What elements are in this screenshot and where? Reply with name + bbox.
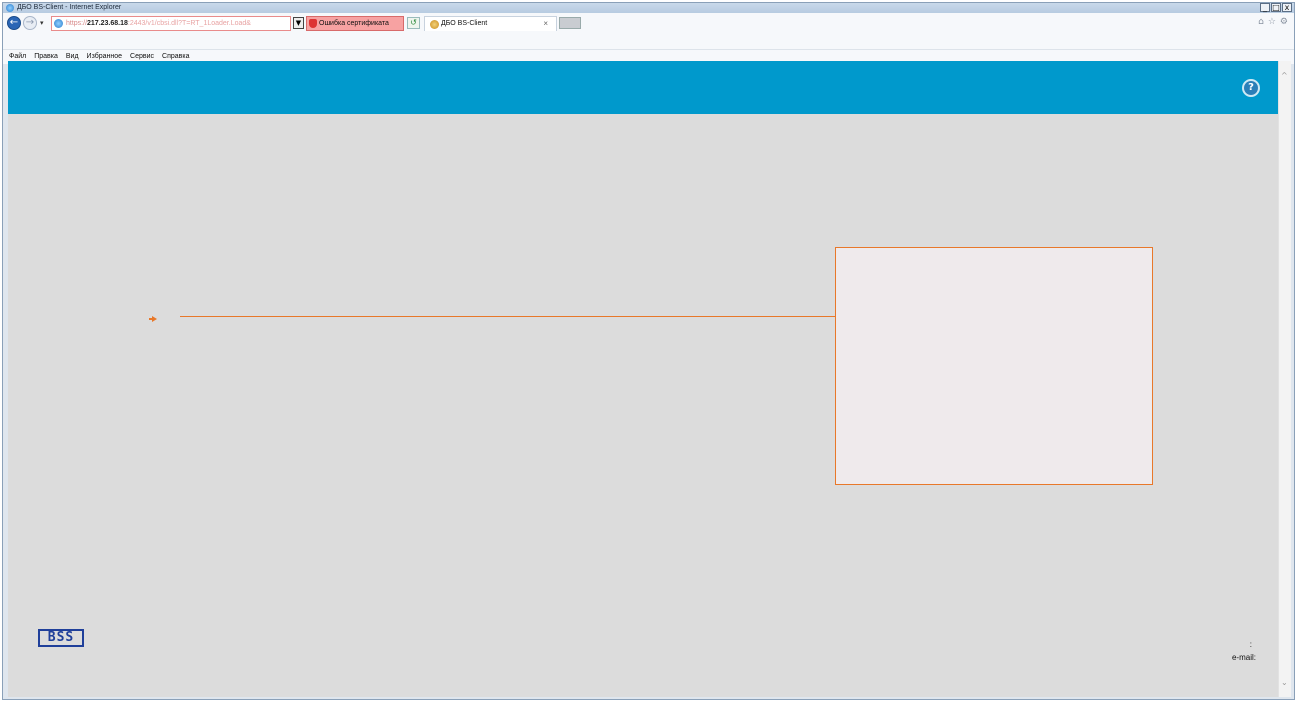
help-label: ?	[1244, 81, 1258, 95]
certificate-error-label: Ошибка сертификата	[319, 20, 389, 27]
footer-colon: :	[1249, 640, 1252, 649]
window-title: ДБО BS-Client - Internet Explorer	[17, 4, 122, 11]
address-row: ← → ▾ https://217.23.68.18:2443/v1/cbsi.…	[3, 13, 1294, 49]
shield-icon	[309, 19, 317, 28]
refresh-button[interactable]: ↺	[407, 17, 420, 29]
close-window-button[interactable]: x	[1282, 3, 1292, 12]
settings-gear-icon[interactable]: ⚙	[1280, 17, 1288, 27]
page-viewport: ? BSS : e-mail:	[8, 61, 1278, 697]
toolbar-right-icons: ⌂ ☆ ⚙	[1258, 17, 1288, 27]
vertical-scrollbar[interactable]: ^ ⌄	[1278, 61, 1291, 697]
title-bar: ДБО BS-Client - Internet Explorer _ □ x	[3, 3, 1294, 13]
ie-icon	[6, 4, 14, 12]
footer-email-label: e-mail:	[1231, 653, 1256, 662]
tab-label: ДБО BS-Client	[441, 20, 488, 27]
orange-arrow-icon	[149, 316, 157, 322]
tab-close-icon[interactable]: ×	[543, 17, 548, 31]
forward-button[interactable]: →	[23, 16, 37, 30]
minimize-button[interactable]: _	[1260, 3, 1270, 12]
bss-logo: BSS	[38, 629, 84, 647]
home-icon[interactable]: ⌂	[1258, 17, 1264, 27]
tab-favicon-icon	[430, 20, 439, 29]
orange-divider-line	[180, 316, 836, 317]
new-tab-button[interactable]	[559, 17, 581, 29]
login-panel	[835, 247, 1153, 485]
certificate-error-button[interactable]: Ошибка сертификата	[306, 16, 404, 31]
url-dropdown-button[interactable]: ▼	[293, 17, 304, 29]
scroll-down-icon[interactable]: ⌄	[1281, 678, 1288, 687]
tab-bs-client[interactable]: ДБО BS-Client ×	[424, 16, 557, 31]
url-host: 217.23.68.18	[87, 20, 128, 27]
favorites-star-icon[interactable]: ☆	[1268, 17, 1276, 27]
scroll-up-icon[interactable]: ^	[1281, 71, 1288, 80]
page-header: ?	[8, 61, 1278, 114]
history-dropdown-icon[interactable]: ▾	[40, 19, 44, 27]
window-controls: _ □ x	[1260, 3, 1292, 12]
url-prefix: https://	[66, 20, 88, 27]
back-button[interactable]: ←	[7, 16, 21, 30]
site-favicon-icon	[54, 19, 63, 28]
url-path: :2443/v1/cbsi.dll?T=RT_1Loader.Load&	[127, 20, 251, 27]
url-field[interactable]: https://217.23.68.18:2443/v1/cbsi.dll?T=…	[51, 16, 291, 31]
maximize-button[interactable]: □	[1271, 3, 1281, 12]
help-icon[interactable]: ?	[1242, 79, 1260, 97]
